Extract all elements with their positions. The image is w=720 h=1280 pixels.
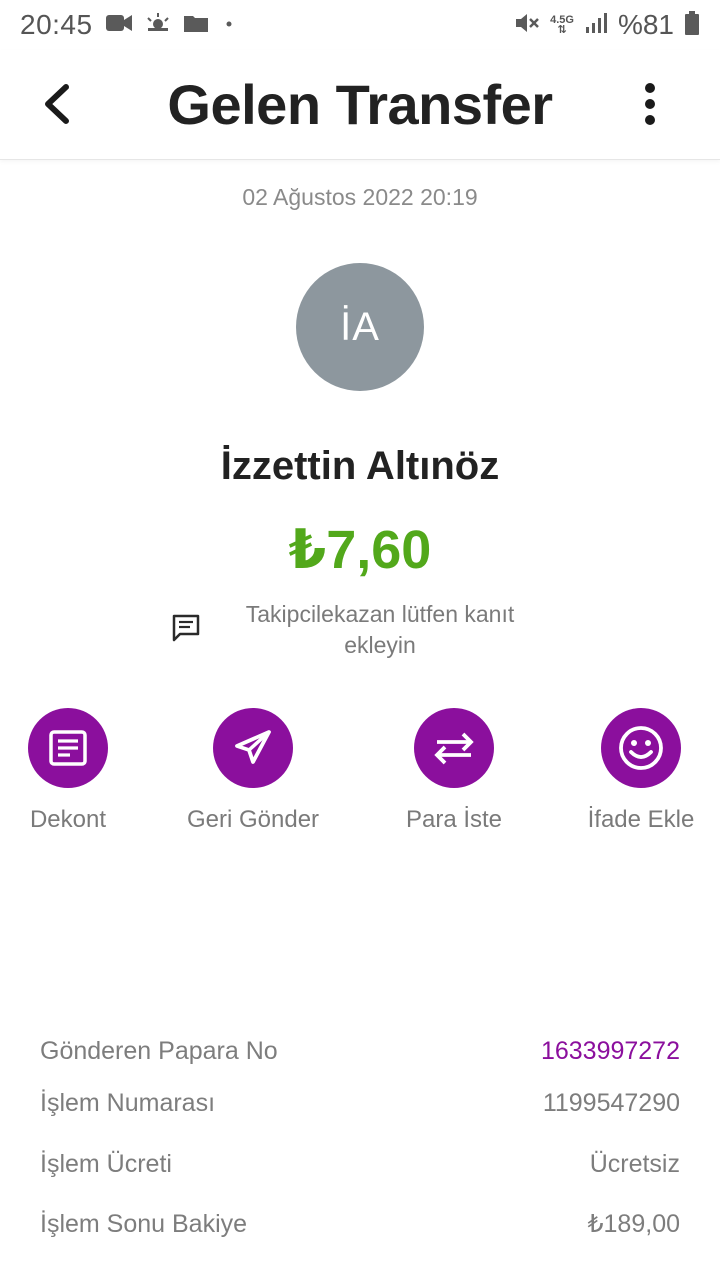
status-bar: 20:45 4.5G ⇅ %81 [0,0,720,50]
add-reaction-button[interactable]: İfade Ekle [551,706,720,834]
receipt-icon [28,708,108,788]
detail-label: İşlem Numarası [40,1088,216,1117]
receipt-label: Dekont [29,806,107,833]
avatar: İA [296,263,424,391]
detail-label: İşlem Ücreti [40,1149,172,1178]
balance-after: ₺189,00 [587,1210,680,1238]
back-button[interactable] [36,80,76,128]
transfer-date: 02 Ağustos 2022 20:19 [242,184,478,210]
receipt-button[interactable]: Dekont [0,706,158,834]
detail-label: Gönderen Papara No [40,1036,278,1065]
folder-icon [183,12,209,39]
detail-row-transaction-no: İşlem Numarası 1199547290 [40,1072,680,1134]
battery-icon [684,10,700,41]
app-bar: Gelen Transfer [0,50,720,160]
swap-icon [414,708,494,788]
send-back-label: Geri Gönder [186,806,320,833]
signal-icon [584,11,608,40]
add-reaction-label: İfade Ekle [587,806,695,833]
transaction-fee: Ücretsiz [589,1149,680,1178]
request-money-label: Para İste [405,806,503,833]
send-back-button[interactable]: Geri Gönder [163,706,343,834]
chevron-left-icon [45,84,69,124]
message-icon [170,612,202,644]
action-bar: Dekont Geri Gönder Para İste İfade Ekle [0,706,720,846]
mute-icon [514,10,540,41]
transfer-amount: ₺7,60 [288,520,432,580]
status-time: 20:45 [20,9,93,40]
send-icon [213,708,293,788]
detail-label: İşlem Sonu Bakiye [40,1209,248,1238]
sender-name: İzzettin Altınöz [220,444,500,488]
video-icon [105,12,133,39]
battery-percentage: %81 [617,9,674,40]
dot-icon [221,12,237,39]
network-type: 4.5G ⇅ [550,14,574,36]
transaction-details: Gönderen Papara No 1633997272 İşlem Numa… [40,1030,680,1254]
sender-papara-number[interactable]: 1633997272 [541,1037,680,1066]
detail-row-sender-no: Gönderen Papara No 1633997272 [40,1030,680,1072]
detail-row-balance: İşlem Sonu Bakiye ₺189,00 [40,1194,680,1254]
weather-icon [145,12,171,39]
more-options-button[interactable] [632,80,668,128]
more-vertical-icon [645,83,655,125]
request-money-button[interactable]: Para İste [364,706,544,834]
transfer-note: Takipcilekazan lütfen kanıt ekleyin [245,601,515,658]
detail-row-fee: İşlem Ücreti Ücretsiz [40,1134,680,1194]
smiley-icon [601,708,681,788]
avatar-initials: İA [340,304,380,349]
transaction-number: 1199547290 [542,1088,680,1117]
page-title: Gelen Transfer [167,73,553,136]
